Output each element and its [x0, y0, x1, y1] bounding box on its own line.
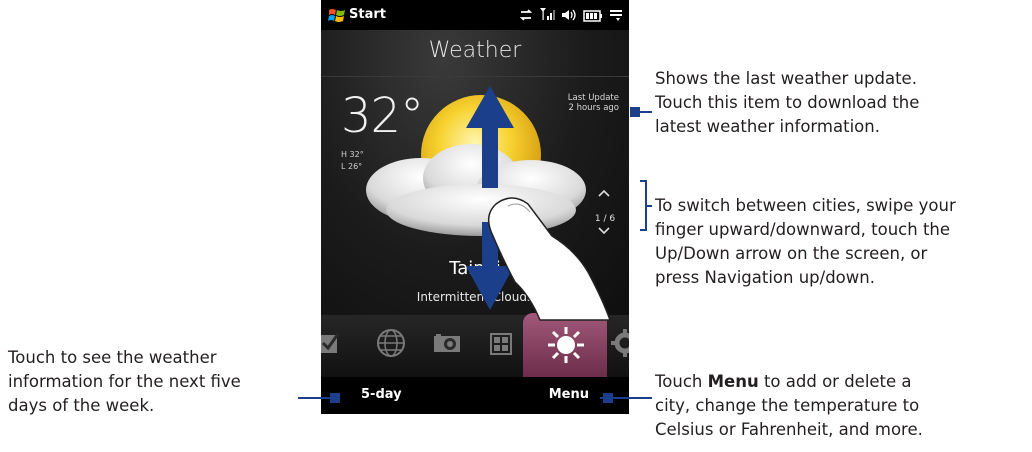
- status-bar: Start: [321, 0, 629, 30]
- start-label[interactable]: Start: [349, 7, 386, 22]
- five-day-softkey[interactable]: 5-day: [361, 387, 402, 402]
- callout-line: finger upward/downward, touch the: [655, 220, 951, 239]
- current-temperature: 32°: [341, 88, 424, 144]
- city-up-arrow-icon[interactable]: [596, 186, 612, 200]
- sync-icon: [519, 7, 533, 26]
- last-update-label: Last Update: [567, 93, 619, 103]
- callout-text: Touch: [655, 372, 708, 391]
- callout-line: city, change the temperature to: [655, 396, 920, 415]
- weather-condition: Intermittent Clouds: [416, 290, 534, 304]
- five-day-callout: Touch to see the weather information for…: [8, 346, 241, 418]
- last-update[interactable]: Last Update 2 hours ago: [568, 93, 619, 113]
- menu-lines-icon[interactable]: [609, 7, 623, 26]
- phone-screen: Start Weather 32° H 32° L 26° Last Updat…: [321, 0, 629, 414]
- tab-bar: [321, 313, 629, 377]
- high-temperature: H 32°: [341, 150, 364, 159]
- city-name: Taipei: [449, 258, 501, 279]
- apps-tab-icon[interactable]: [483, 325, 519, 361]
- last-update-time: 2 hours ago: [568, 103, 619, 113]
- switch-cities-callout: To switch between cities, swipe your fin…: [655, 194, 956, 290]
- callout-text: to add or delete a: [758, 372, 912, 391]
- volume-icon: [561, 7, 577, 26]
- battery-icon: [583, 7, 603, 26]
- checkbox-tab-icon[interactable]: [321, 325, 349, 361]
- city-down-arrow-icon[interactable]: [596, 224, 612, 238]
- last-update-callout: Shows the last weather update. Touch thi…: [655, 67, 919, 139]
- callout-line: Touch to see the weather: [8, 348, 217, 367]
- weather-tab-icon[interactable]: [544, 323, 588, 367]
- callout-line: press Navigation up/down.: [655, 268, 875, 287]
- menu-callout: Touch Menu to add or delete a city, chan…: [655, 370, 923, 442]
- callout-line: latest weather information.: [655, 117, 880, 136]
- callout-line: To switch between cities, swipe your: [655, 196, 956, 215]
- weather-panel[interactable]: Weather 32° H 32° L 26° Last Update 2 ho…: [321, 30, 629, 315]
- menu-softkey[interactable]: Menu: [549, 387, 589, 402]
- callout-line: Up/Down arrow on the screen, or: [655, 244, 928, 263]
- soft-key-bar: 5-day Menu: [321, 377, 629, 414]
- callout-line: Shows the last weather update.: [655, 69, 917, 88]
- internet-tab-icon[interactable]: [373, 325, 409, 361]
- callout-line: Celsius or Fahrenheit, and more.: [655, 420, 923, 439]
- city-page-indicator: 1 / 6: [594, 214, 616, 224]
- camera-tab-icon[interactable]: [429, 325, 465, 361]
- callout-line: information for the next five: [8, 372, 241, 391]
- callout-bold-text: Menu: [707, 372, 759, 391]
- windows-flag-icon[interactable]: [328, 7, 346, 23]
- callout-line: Touch Menu to add or delete a: [655, 370, 923, 394]
- callout-line: days of the week.: [8, 396, 155, 415]
- settings-tab-icon[interactable]: [607, 325, 629, 361]
- callout-line: Touch this item to download the: [655, 93, 920, 112]
- signal-icon: [539, 6, 555, 26]
- low-temperature: L 26°: [341, 162, 363, 171]
